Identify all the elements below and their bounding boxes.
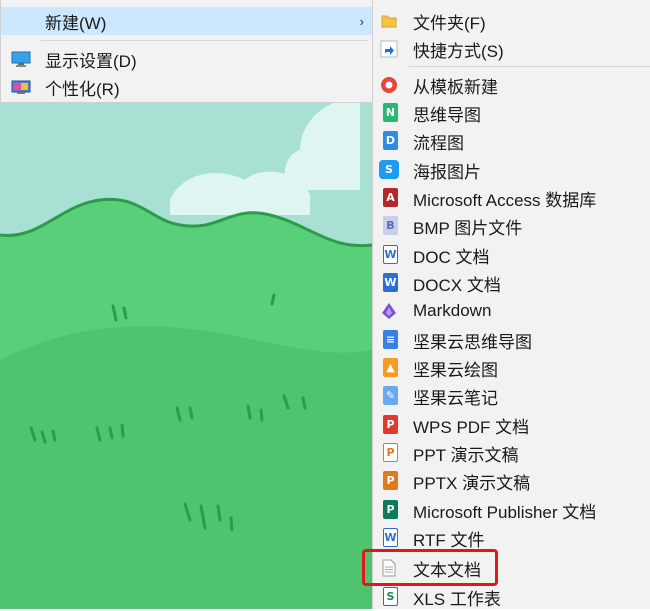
submenu-item-label: PPTX 演示文稿	[413, 473, 531, 493]
context-menu: 新建(W) › 显示设置(D) 个性化(R)	[0, 0, 375, 103]
pptx-icon: P	[383, 471, 398, 490]
submenu-item-template[interactable]: 从模板新建	[373, 71, 650, 99]
submenu-item-mindmap[interactable]: N 思维导图	[373, 99, 650, 127]
submenu-item-label: RTF 文件	[413, 530, 485, 550]
submenu-item-doc[interactable]: W DOC 文档	[373, 241, 650, 269]
markdown-icon	[382, 303, 396, 319]
new-submenu: 文件夹(F) 快捷方式(S) 从模板新建 N 思维导图 D 流程图 S 海报图片…	[372, 0, 650, 609]
menu-item-display-settings-label: 显示设置(D)	[45, 51, 137, 71]
submenu-item-label: 坚果云笔记	[413, 388, 498, 408]
submenu-item-label: XLS 工作表	[413, 589, 501, 609]
submenu-item-shortcut[interactable]: 快捷方式(S)	[373, 35, 650, 63]
personalize-icon	[11, 80, 31, 94]
poster-icon: S	[379, 160, 399, 179]
submenu-item-pptx[interactable]: P PPTX 演示文稿	[373, 467, 650, 495]
xls-icon: S	[383, 587, 398, 606]
submenu-item-label: 坚果云绘图	[413, 360, 498, 380]
annotation-highlight-box	[362, 549, 498, 586]
menu-item-new[interactable]: 新建(W) ›	[1, 7, 374, 35]
template-icon	[381, 77, 397, 93]
menu-item-personalize-label: 个性化(R)	[45, 79, 120, 99]
submenu-item-bmp[interactable]: B BMP 图片文件	[373, 212, 650, 240]
submenu-item-label: 从模板新建	[413, 77, 498, 97]
submenu-item-label: 思维导图	[413, 105, 481, 125]
submenu-item-rtf[interactable]: W RTF 文件	[373, 524, 650, 552]
submenu-item-jianguo-mindmap[interactable]: ≡ 坚果云思维导图	[373, 326, 650, 354]
submenu-item-ppt[interactable]: P PPT 演示文稿	[373, 439, 650, 467]
submenu-item-label: 坚果云思维导图	[413, 332, 532, 352]
flowchart-icon: D	[383, 131, 398, 150]
ppt-icon: P	[383, 443, 398, 462]
access-icon: A	[383, 188, 398, 207]
submenu-item-poster[interactable]: S 海报图片	[373, 156, 650, 184]
menu-item-display-settings[interactable]: 显示设置(D)	[1, 45, 374, 73]
mindmap-icon: N	[383, 103, 398, 122]
docx-icon: W	[383, 273, 398, 292]
submenu-item-label: 文件夹(F)	[413, 13, 486, 33]
submenu-item-docx[interactable]: W DOCX 文档	[373, 269, 650, 297]
submenu-item-label: BMP 图片文件	[413, 218, 523, 238]
chevron-right-icon: ›	[359, 13, 364, 29]
submenu-item-label: Markdown	[413, 301, 492, 320]
menu-item-new-label: 新建(W)	[45, 13, 107, 33]
submenu-item-label: Microsoft Access 数据库	[413, 190, 597, 210]
submenu-item-wps-pdf[interactable]: P WPS PDF 文档	[373, 411, 650, 439]
submenu-item-access[interactable]: A Microsoft Access 数据库	[373, 184, 650, 212]
submenu-item-label: DOC 文档	[413, 247, 490, 267]
rtf-icon: W	[383, 528, 398, 547]
bmp-icon: B	[383, 216, 398, 235]
submenu-item-label: Microsoft Publisher 文档	[413, 502, 597, 522]
shortcut-icon	[380, 40, 398, 58]
menu-separator	[409, 66, 650, 67]
submenu-item-xls[interactable]: S XLS 工作表	[373, 583, 650, 611]
publisher-icon: P	[383, 500, 398, 519]
submenu-item-label: PPT 演示文稿	[413, 445, 519, 465]
submenu-item-label: WPS PDF 文档	[413, 417, 530, 437]
submenu-item-markdown[interactable]: Markdown	[373, 297, 650, 325]
submenu-item-label: 海报图片	[413, 162, 481, 182]
submenu-item-publisher[interactable]: P Microsoft Publisher 文档	[373, 496, 650, 524]
submenu-item-folder[interactable]: 文件夹(F)	[373, 7, 650, 35]
submenu-item-jianguo-drawing[interactable]: ▲ 坚果云绘图	[373, 354, 650, 382]
jianguo-drawing-icon: ▲	[383, 358, 398, 377]
submenu-item-label: 流程图	[413, 133, 464, 153]
menu-separator	[41, 40, 368, 41]
submenu-item-label: DOCX 文档	[413, 275, 501, 295]
submenu-item-label: 快捷方式(S)	[413, 41, 504, 61]
monitor-icon	[11, 51, 31, 67]
doc-icon: W	[383, 245, 398, 264]
wps-pdf-icon: P	[383, 415, 398, 434]
jianguo-notes-icon: ✎	[383, 386, 398, 405]
folder-icon	[381, 15, 397, 28]
menu-item-personalize[interactable]: 个性化(R)	[1, 73, 374, 101]
submenu-item-flowchart[interactable]: D 流程图	[373, 127, 650, 155]
submenu-item-jianguo-notes[interactable]: ✎ 坚果云笔记	[373, 382, 650, 410]
jianguo-mindmap-icon: ≡	[383, 330, 398, 349]
